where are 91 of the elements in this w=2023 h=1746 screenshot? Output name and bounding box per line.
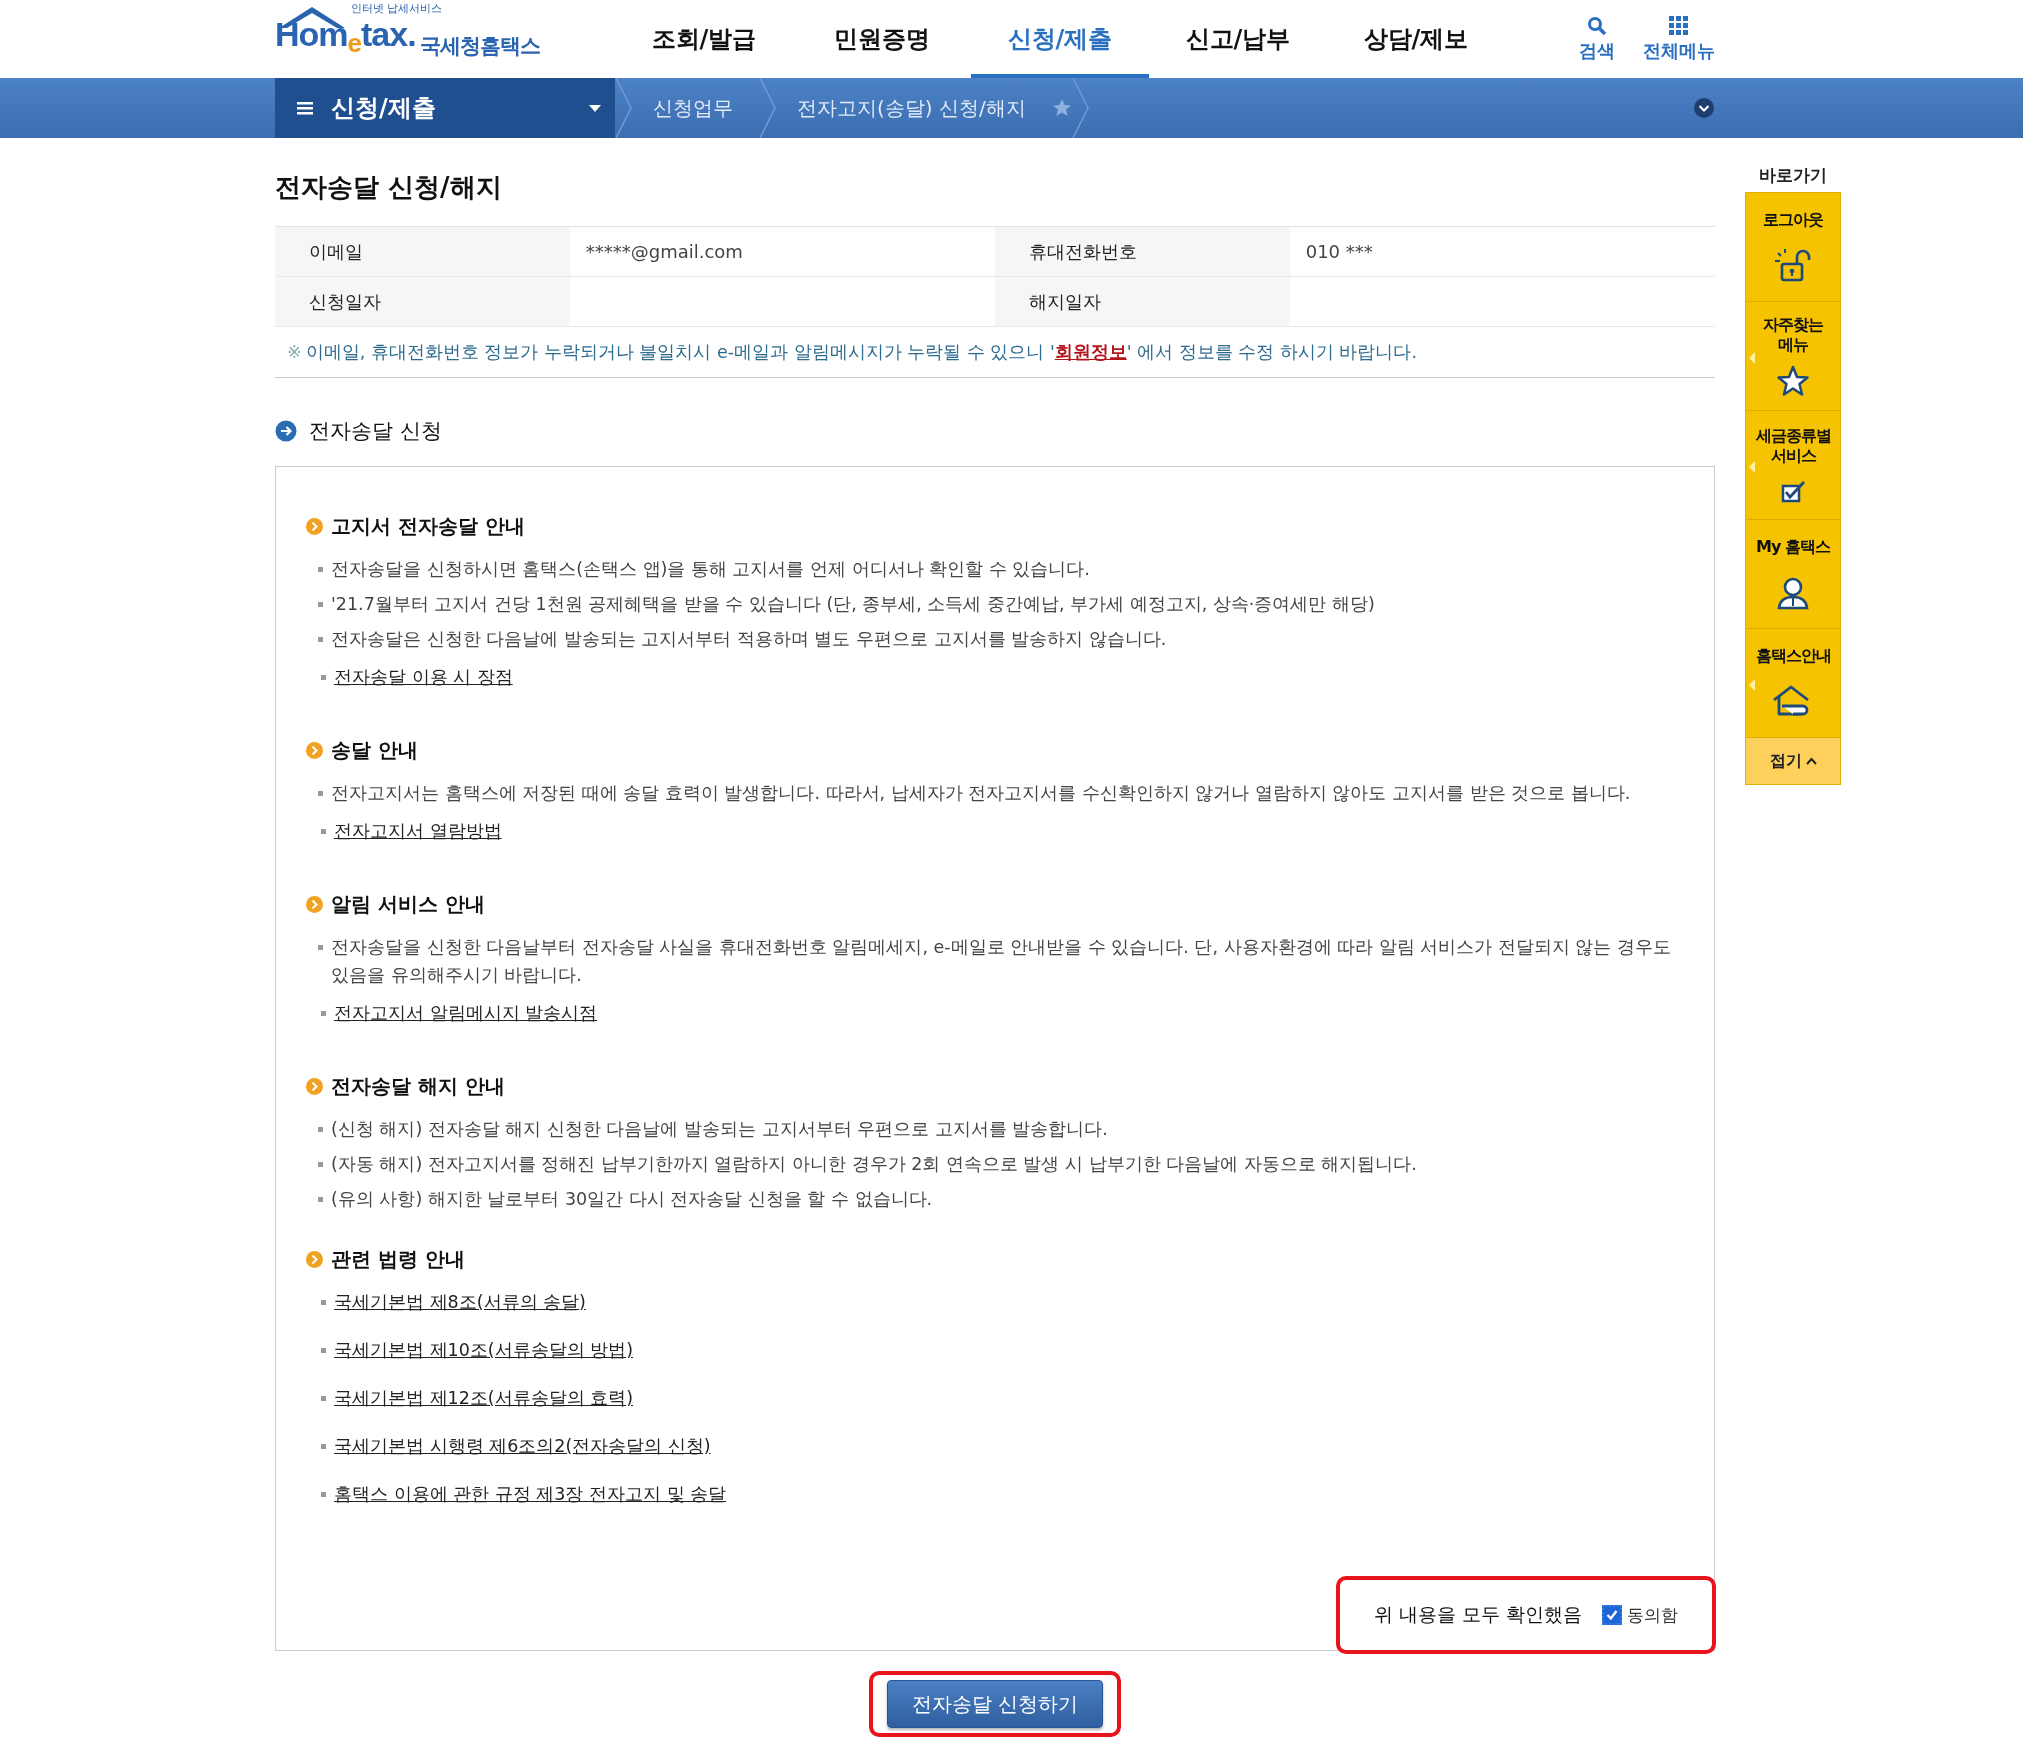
breadcrumb-separator-icon: [1071, 78, 1090, 138]
quick-menu-item[interactable]: 로그아웃: [1746, 193, 1840, 302]
quick-menu-item[interactable]: My 홈택스: [1746, 520, 1840, 629]
logo-tagline: 인터넷 납세서비스: [351, 2, 443, 15]
bullet-icon: [318, 567, 323, 572]
checkbox-label[interactable]: 동의함: [1627, 1603, 1678, 1627]
table-cell: 010 ***: [1289, 226, 1715, 277]
favorite-star-icon[interactable]: [1051, 98, 1072, 118]
star-icon: [1777, 365, 1809, 397]
bullet-icon: [321, 1348, 326, 1353]
person-icon: [1775, 575, 1811, 611]
tool-button[interactable]: 전체메뉴: [1643, 15, 1715, 63]
submit-button[interactable]: 전자송달 신청하기: [886, 1680, 1104, 1728]
breadcrumb-link[interactable]: 신청업무: [633, 94, 759, 122]
chevron-circle-icon: [306, 1077, 323, 1095]
bullet-icon: [321, 675, 326, 680]
guide-link[interactable]: 국세기본법 제10조(서류송달의 방법): [334, 1336, 634, 1364]
bullet-icon: [318, 1197, 323, 1202]
table-header: 신청일자: [275, 276, 570, 327]
logo-name[interactable]: 국세청홈택스: [419, 32, 540, 60]
caret-up-icon: [1805, 757, 1817, 765]
notice-text: 이메일, 휴대전화번호 정보가 누락되거나 불일치시 e-메일과 알림메시지가 누락될 수 있으니 '회원정보' 에서 정보를 수정 하시기 바랍니다.: [305, 341, 1417, 364]
guide-link[interactable]: 국세기본법 시행령 제6조의2(전자송달의 신청): [334, 1432, 711, 1460]
bullet-icon: [321, 1444, 326, 1449]
chevron-circle-icon: [306, 1250, 323, 1268]
bullet-icon: [318, 1127, 323, 1132]
guide-text: (유의 사항) 해지한 날로부터 30일간 다시 전자송달 신청을 할 수 없습니다.: [331, 1188, 933, 1211]
nav-tab[interactable]: 신고/납부: [1149, 0, 1327, 78]
checkbox-icon: [1780, 480, 1806, 504]
checkmark-icon: [1605, 1608, 1619, 1622]
guide-link[interactable]: 전자고지서 열람방법: [334, 817, 502, 845]
guide-link[interactable]: 홈택스 이용에 관한 규정 제3장 전자고지 및 송달: [334, 1480, 727, 1508]
guide-link[interactable]: 국세기본법 제8조(서류의 송달): [334, 1288, 586, 1316]
nav-tab[interactable]: 조회/발급: [615, 0, 793, 78]
guide-heading: 송달 안내: [331, 737, 418, 764]
guide-text: 전자송달을 신청하시면 홈택스(손택스 앱)을 통해 고지서를 언제 어디서나 확인할 수 있습니다.: [331, 558, 1090, 581]
guide-link[interactable]: 국세기본법 제12조(서류송달의 효력): [334, 1384, 634, 1412]
menu-icon: [297, 101, 313, 115]
guide-text: 전자고지서는 홈택스에 저장된 때에 송달 효력이 발생합니다. 따라서, 납세자가 전자고지서를 수신확인하지 않거나 열람하지 않아도 고지서를 받은 것으로 봅니다.: [331, 782, 1631, 805]
section-title: 전자송달 신청: [309, 418, 442, 445]
bullet-icon: [318, 945, 323, 950]
breadcrumb-separator-icon: [759, 78, 777, 138]
nav-tab[interactable]: 상담/제보: [1327, 0, 1505, 78]
breadcrumb-separator-icon: [615, 78, 633, 138]
unlocked-padlock-icon: [1773, 248, 1813, 284]
table-header: 이메일: [275, 226, 570, 277]
table-header: 휴대전화번호: [995, 226, 1290, 277]
guide-link[interactable]: 전자송달 이용 시 장점: [334, 663, 513, 691]
guide-text: (자동 해지) 전자고지서를 정해진 납부기한까지 열람하지 아니한 경우가 2회 연속으로 발생 시 납부기한 다음날에 자동으로 해지됩니다.: [331, 1153, 1417, 1176]
bullet-icon: [318, 791, 323, 796]
logo-wordmark[interactable]: Hom$_{e}$tax.: [275, 17, 416, 60]
chevron-circle-icon: [306, 895, 323, 913]
bullet-icon: [318, 1162, 323, 1167]
guide-text: (신청 해지) 전자송달 해지 신청한 다음날에 발송되는 고지서부터 우편으로 고지서를 발송합니다.: [331, 1118, 1108, 1141]
quick-menu-item[interactable]: 세금종류별 서비스: [1746, 411, 1840, 520]
search-icon: [1587, 15, 1607, 36]
grid-icon: [1669, 15, 1689, 36]
arrow-circle-icon: [275, 420, 297, 442]
bullet-icon: [321, 1396, 326, 1401]
guide-heading: 고지서 전자송달 안내: [331, 513, 525, 540]
bullet-icon: [318, 602, 323, 607]
bullet-icon: [318, 637, 323, 642]
guide-link[interactable]: 전자고지서 알림메시지 발송시점: [334, 999, 598, 1027]
guide-heading: 관련 법령 안내: [331, 1246, 465, 1273]
guide-text: '21.7월부터 고지서 건당 1천원 공제혜택을 받을 수 있습니다 (단, 종부세, 소득세 중간예납, 부가세 예정고지, 상속·증여세만 해당): [331, 593, 1375, 616]
guide-text: 전자송달을 신청한 다음날부터 전자송달 사실을 휴대전화번호 알림메세지, e-메일로 안내받을 수 있습니다. 단, 사용자환경에 따라 알림 서비스가 전달되지 않는 경우도 있음을 유의해주시기 바랍니다.: [331, 936, 1672, 987]
agreement-text: 위 내용을 모두 확인했음: [1373, 1602, 1582, 1627]
bullet-icon: [321, 1492, 326, 1497]
guide-heading: 알림 서비스 안내: [331, 891, 485, 918]
bullet-icon: [321, 829, 326, 834]
table-cell: *****@gmail.com: [569, 226, 995, 277]
collapse-button[interactable]: 접기: [1746, 738, 1840, 784]
chevron-circle-icon: [306, 517, 323, 535]
nav-tab[interactable]: 민원증명: [793, 0, 971, 78]
expand-icon[interactable]: [1693, 97, 1715, 119]
member-info-link[interactable]: 회원정보: [1054, 342, 1127, 362]
bullet-icon: [321, 1300, 326, 1305]
bullet-icon: [321, 1011, 326, 1016]
quick-menu-title: 바로가기: [1758, 164, 1828, 187]
quick-menu-item[interactable]: 자주찾는 메뉴: [1746, 302, 1840, 411]
menu-dropdown[interactable]: 신청/제출: [275, 78, 615, 138]
page-title: 전자송달 신청/해지: [275, 171, 503, 204]
breadcrumb-link[interactable]: 전자고지(송달) 신청/해지: [777, 94, 1052, 122]
table-header: 해지일자: [995, 276, 1290, 327]
tool-button[interactable]: 검색: [1579, 15, 1615, 63]
guide-heading: 전자송달 해지 안내: [331, 1073, 505, 1100]
guide-text: 전자송달은 신청한 다음날에 발송되는 고지서부터 적용하며 별도 우편으로 고지서를 발송하지 않습니다.: [331, 628, 1167, 651]
caret-icon: [589, 104, 601, 112]
chevron-circle-icon: [306, 741, 323, 759]
note-mark: ※: [287, 342, 302, 362]
agree-checkbox[interactable]: [1602, 1605, 1622, 1625]
